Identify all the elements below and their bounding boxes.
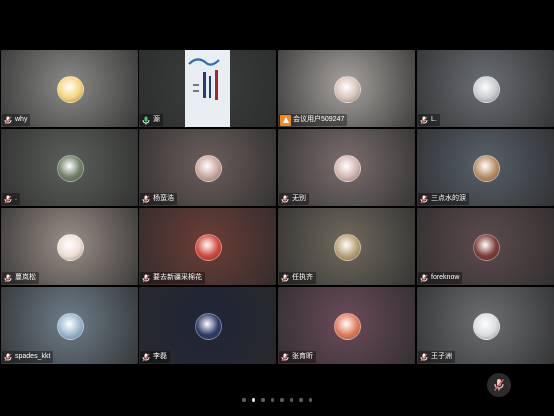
participant-tile[interactable]: 任执齐	[278, 208, 415, 285]
avatar	[334, 234, 361, 261]
participant-label: 杨蛮浩	[140, 193, 177, 205]
participant-tile[interactable]: why	[1, 50, 138, 127]
participant-tile[interactable]: L.	[417, 50, 554, 127]
page-indicator[interactable]	[0, 398, 554, 402]
muted-mic-icon	[3, 115, 13, 125]
participant-label: 会议用户509247	[279, 114, 348, 126]
page-dot[interactable]	[280, 398, 284, 402]
participant-name: 张育昕	[292, 353, 313, 360]
participant-tile[interactable]: 蔓岚松	[1, 208, 138, 285]
participant-name: 源	[153, 116, 160, 123]
avatar	[57, 76, 84, 103]
participant-label: spades_kkt	[2, 351, 54, 363]
participant-tile[interactable]: 源	[139, 50, 276, 127]
avatar	[195, 313, 222, 340]
page-dot[interactable]	[289, 398, 293, 402]
muted-mic-icon	[280, 194, 290, 204]
muted-mic-icon	[493, 379, 505, 391]
participant-tile[interactable]: .	[1, 129, 138, 206]
muted-mic-icon	[419, 352, 429, 362]
muted-mic-icon	[280, 352, 290, 362]
avatar	[473, 313, 500, 340]
participant-label: 任执齐	[279, 272, 316, 284]
muted-mic-icon	[141, 273, 151, 283]
participant-label: foreknow	[418, 272, 463, 284]
page-dot[interactable]	[251, 398, 255, 402]
participant-label: .	[2, 193, 20, 205]
participant-tile[interactable]: 杨蛮浩	[139, 129, 276, 206]
participant-name: 王子洲	[431, 353, 452, 360]
avatar	[473, 234, 500, 261]
participant-label: 要去新疆采棉花	[140, 272, 205, 284]
muted-mic-icon	[141, 352, 151, 362]
participant-tile[interactable]: 无别	[278, 129, 415, 206]
avatar	[473, 76, 500, 103]
avatar	[473, 155, 500, 182]
participant-label: 三点水的淚	[418, 193, 469, 205]
participant-label: 蔓岚松	[2, 272, 39, 284]
muted-mic-icon	[419, 194, 429, 204]
participant-name: 会议用户509247	[293, 116, 345, 123]
avatar	[195, 155, 222, 182]
participant-tile[interactable]: spades_kkt	[1, 287, 138, 364]
participant-name: spades_kkt	[15, 353, 51, 360]
participant-name: 李磊	[153, 353, 167, 360]
muted-mic-icon	[419, 115, 429, 125]
muted-mic-icon	[419, 273, 429, 283]
mute-button[interactable]	[487, 373, 511, 397]
participant-name: 三点水的淚	[431, 195, 466, 202]
participant-label: 李磊	[140, 351, 170, 363]
participant-name: 蔓岚松	[15, 274, 36, 281]
muted-mic-icon	[280, 273, 290, 283]
avatar	[334, 313, 361, 340]
participant-tile[interactable]: 要去新疆采棉花	[139, 208, 276, 285]
participant-name: 无别	[292, 195, 306, 202]
host-icon	[280, 114, 291, 126]
participant-name: why	[15, 116, 28, 123]
participant-label: 王子洲	[418, 351, 455, 363]
participant-name: 要去新疆采棉花	[153, 274, 202, 281]
avatar	[57, 313, 84, 340]
participant-name: .	[15, 195, 17, 202]
participant-tile[interactable]: 李磊	[139, 287, 276, 364]
participant-tile[interactable]: 张育昕	[278, 287, 415, 364]
avatar	[57, 234, 84, 261]
participant-label: 源	[140, 114, 163, 126]
muted-mic-icon	[3, 352, 13, 362]
participant-tile[interactable]: 三点水的淚	[417, 129, 554, 206]
participant-tile[interactable]: 王子洲	[417, 287, 554, 364]
page-dot[interactable]	[270, 398, 274, 402]
muted-mic-icon	[3, 194, 13, 204]
participant-name: 任执齐	[292, 274, 313, 281]
page-dot[interactable]	[261, 398, 265, 402]
participant-grid: why 源 会议用户509247 L.. 杨蛮浩 无别 三点水的淚蔓岚松 要去新疆采棉花 任执齐…	[0, 50, 554, 364]
avatar	[57, 155, 84, 182]
participant-name: foreknow	[431, 274, 460, 281]
participant-name: 杨蛮浩	[153, 195, 174, 202]
avatar	[195, 234, 222, 261]
page-dot[interactable]	[242, 398, 246, 402]
participant-name: L.	[431, 116, 437, 123]
muted-mic-icon	[3, 273, 13, 283]
participant-label: why	[2, 114, 31, 126]
participant-label: L.	[418, 114, 440, 126]
mic-on-icon	[141, 115, 151, 125]
participant-tile[interactable]: 会议用户509247	[278, 50, 415, 127]
muted-mic-icon	[141, 194, 151, 204]
participant-label: 张育昕	[279, 351, 316, 363]
avatar	[334, 76, 361, 103]
avatar	[334, 155, 361, 182]
participant-tile[interactable]: foreknow	[417, 208, 554, 285]
participant-label: 无别	[279, 193, 309, 205]
page-dot[interactable]	[308, 398, 312, 402]
page-dot[interactable]	[299, 398, 303, 402]
shared-video-frame	[185, 50, 230, 127]
